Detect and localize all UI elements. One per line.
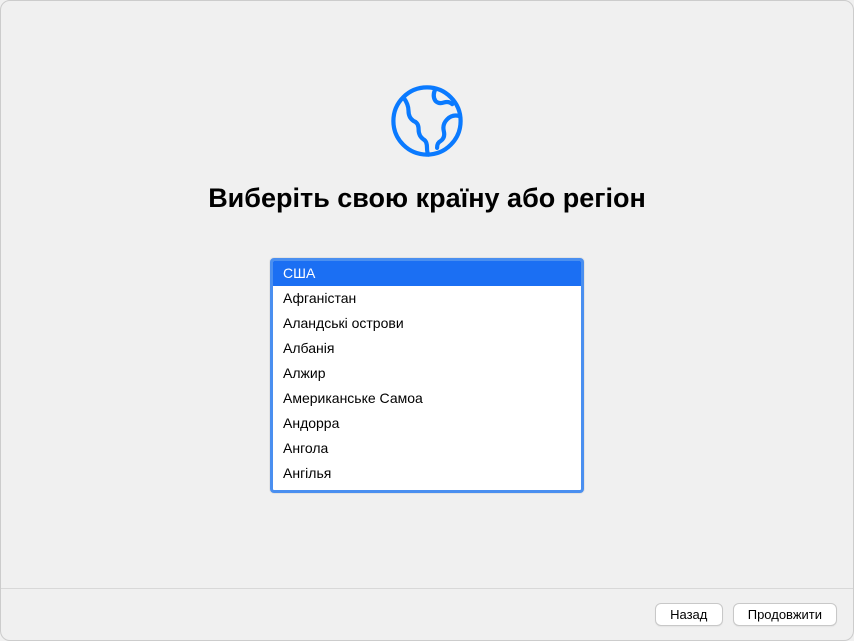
globe-icon — [385, 79, 469, 163]
country-list-item[interactable]: Афганістан — [273, 286, 581, 311]
country-list-item[interactable]: Аландські острови — [273, 311, 581, 336]
country-list[interactable]: СШААфганістанАландські островиАлбаніяАлж… — [270, 258, 584, 493]
back-button[interactable]: Назад — [655, 603, 723, 626]
continue-button[interactable]: Продовжити — [733, 603, 837, 626]
country-list-item[interactable]: Албанія — [273, 336, 581, 361]
country-list-item[interactable]: Андорра — [273, 411, 581, 436]
country-list-item[interactable]: Антарктида — [273, 486, 581, 493]
footer-bar: Назад Продовжити — [1, 588, 853, 640]
country-list-item[interactable]: Ангілья — [273, 461, 581, 486]
setup-window: Виберіть свою країну або регіон СШААфган… — [0, 0, 854, 641]
page-title: Виберіть свою країну або регіон — [208, 183, 646, 214]
country-list-item[interactable]: Алжир — [273, 361, 581, 386]
country-list-item[interactable]: Ангола — [273, 436, 581, 461]
country-list-item[interactable]: Американське Самоа — [273, 386, 581, 411]
country-list-item[interactable]: США — [273, 261, 581, 286]
